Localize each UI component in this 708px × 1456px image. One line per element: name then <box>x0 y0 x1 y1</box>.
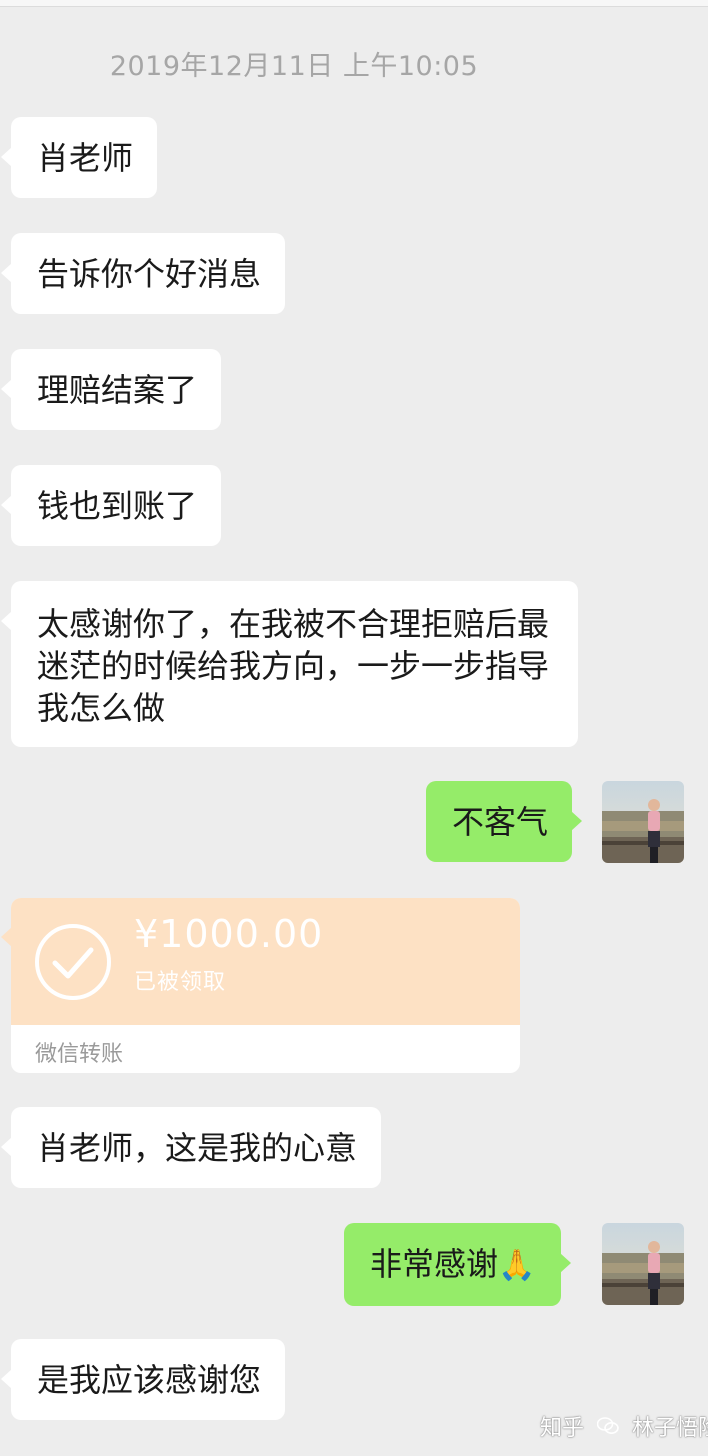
message-text: 非常感谢 <box>370 1245 499 1283</box>
wechat-transfer-card[interactable]: ¥1000.00 已被领取 微信转账 <box>11 898 520 1073</box>
transfer-status: 已被领取 <box>134 970 227 995</box>
incoming-message[interactable]: 肖老师，这是我的心意 <box>0 1107 382 1188</box>
watermark: 知乎 林子悟险 <box>540 1410 708 1442</box>
message-text: 不客气 <box>452 803 549 841</box>
avatar[interactable] <box>602 781 684 863</box>
check-circle-icon <box>35 924 111 1000</box>
incoming-message[interactable]: 肖老师 <box>0 117 158 198</box>
incoming-message[interactable]: 是我应该感谢您 <box>0 1339 286 1420</box>
watermark-site: 知乎 <box>540 1416 585 1441</box>
message-text: 是我应该感谢您 <box>37 1361 262 1399</box>
incoming-message[interactable]: 钱也到账了 <box>0 465 222 546</box>
pray-emoji-icon: 🙏 <box>498 1248 536 1283</box>
message-timestamp: 2019年12月11日 上午10:05 <box>109 51 479 82</box>
avatar-photo-icon <box>602 781 684 863</box>
message-text: 肖老师，这是我的心意 <box>37 1129 358 1167</box>
top-bar <box>0 0 708 7</box>
incoming-message[interactable]: 理赔结案了 <box>0 349 222 430</box>
avatar[interactable] <box>602 1223 684 1305</box>
incoming-message[interactable]: 太感谢你了，在我被不合理拒赔后最迷茫的时候给我方向，一步一步指导我怎么做 <box>1 581 578 747</box>
message-text: 肖老师 <box>37 139 134 177</box>
watermark-account: 林子悟险 <box>632 1416 708 1441</box>
message-text: 太感谢你了，在我被不合理拒赔后最迷茫的时候给我方向，一步一步指导我怎么做 <box>37 605 550 727</box>
outgoing-message[interactable]: 不客气 <box>426 781 583 862</box>
message-text: 钱也到账了 <box>37 487 198 525</box>
incoming-message[interactable]: 告诉你个好消息 <box>0 233 286 314</box>
transfer-amount: ¥1000.00 <box>134 912 324 956</box>
message-text: 告诉你个好消息 <box>37 255 262 293</box>
avatar-photo-icon <box>602 1223 684 1305</box>
transfer-label: 微信转账 <box>35 1042 124 1067</box>
outgoing-message[interactable]: 非常感谢🙏 <box>344 1223 572 1306</box>
transfer-card-header: ¥1000.00 已被领取 <box>11 898 520 1025</box>
message-text: 理赔结案了 <box>37 371 198 409</box>
wechat-icon <box>596 1416 619 1441</box>
